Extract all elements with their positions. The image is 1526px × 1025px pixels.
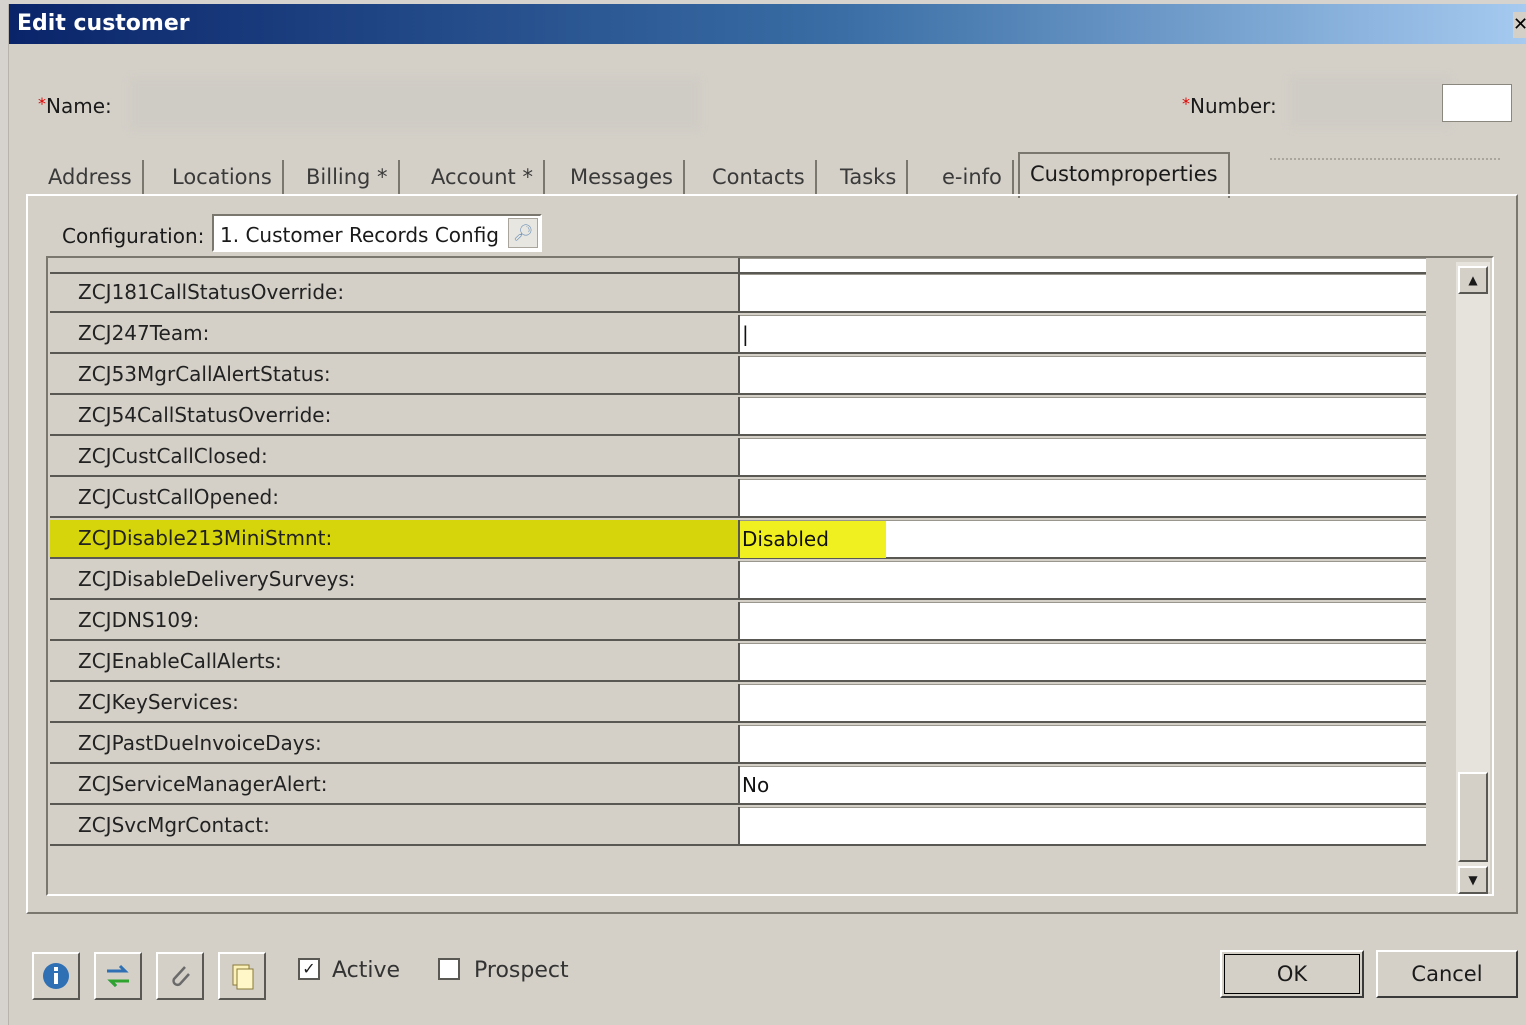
tab-customproperties[interactable]: Customproperties [1018,152,1230,198]
property-value-cell[interactable]: Disabled [740,520,1426,559]
ok-button[interactable]: OK [1220,950,1364,998]
window-title: Edit customer [17,11,190,36]
table-row: ZCJCustCallClosed: [50,438,1426,479]
tab-messages[interactable]: Messages [560,160,685,194]
table-row-highlighted: ZCJDisable213MiniStmnt: Disabled [50,520,1426,561]
tab-address[interactable]: Address [38,160,144,194]
property-value[interactable] [740,643,1426,682]
cancel-button[interactable]: Cancel [1376,950,1518,998]
scroll-down-icon[interactable]: ▼ [1458,866,1488,894]
configuration-value: 1. Customer Records Config [220,223,499,247]
configuration-field[interactable]: 1. Customer Records Config 🔎︎ [212,214,542,252]
number-field[interactable] [1442,84,1512,122]
document-icon[interactable] [218,952,266,1000]
number-field-blurred [1290,76,1450,128]
tab-strip-divider [1270,158,1500,160]
tab-locations[interactable]: Locations [162,160,284,194]
sync-icon[interactable] [94,952,142,1000]
prospect-label: Prospect [474,958,569,983]
title-bar[interactable]: Edit customer ✕ [9,4,1526,44]
table-row: ZCJServiceManagerAlert: No [50,766,1426,807]
close-icon[interactable]: ✕ [1513,12,1526,38]
property-value[interactable] [740,602,1426,641]
property-value[interactable]: | [740,315,1426,354]
vertical-scrollbar[interactable]: ▲ ▼ [1456,262,1490,894]
property-name: ZCJ247Team: [50,315,740,354]
property-name: ZCJKeyServices: [50,684,740,723]
property-value[interactable] [740,274,1426,313]
property-name: ZCJCustCallOpened: [50,479,740,518]
table-row: ZCJ53MgrCallAlertStatus: [50,356,1426,397]
property-value[interactable]: No [740,766,1426,805]
table-row: ZCJDisableDeliverySurveys: [50,561,1426,602]
prospect-checkbox[interactable] [438,958,460,980]
attachment-icon[interactable] [156,952,204,1000]
property-name: ZCJEnableCallAlerts: [50,643,740,682]
table-row: ZCJKeyServices: [50,684,1426,725]
tab-billing[interactable]: Billing * [296,160,400,194]
table-row: ZCJ181CallStatusOverride: [50,274,1426,315]
active-label: Active [332,958,401,983]
property-value[interactable] [740,684,1426,723]
property-name: ZCJ53MgrCallAlertStatus: [50,356,740,395]
property-value[interactable] [740,807,1426,846]
tab-tasks[interactable]: Tasks [830,160,909,194]
magnifier-icon[interactable]: 🔎︎ [508,218,538,248]
active-checkbox[interactable]: ✓ [298,958,320,980]
table-row: ZCJCustCallOpened: [50,479,1426,520]
tab-account[interactable]: Account * [421,160,545,194]
name-label: *Name: [38,94,112,118]
property-name: ZCJPastDueInvoiceDays: [50,725,740,764]
table-row: ZCJ247Team: | [50,315,1426,356]
table-row: ZCJEnableCallAlerts: [50,643,1426,684]
number-label: *Number: [1182,94,1277,118]
property-value[interactable] [740,356,1426,395]
property-name: ZCJServiceManagerAlert: [50,766,740,805]
property-name: ZCJDisableDeliverySurveys: [50,561,740,600]
configuration-label: Configuration: [62,224,205,248]
property-name: ZCJDisable213MiniStmnt: [50,520,740,559]
property-value[interactable] [740,438,1426,477]
property-value[interactable] [740,561,1426,600]
property-value[interactable] [740,479,1426,518]
tab-contacts[interactable]: Contacts [702,160,817,194]
scroll-up-icon[interactable]: ▲ [1458,266,1488,294]
property-name: ZCJSvcMgrContact: [50,807,740,846]
property-value[interactable] [740,397,1426,436]
name-field[interactable] [130,78,700,130]
table-row: ZCJPastDueInvoiceDays: [50,725,1426,766]
info-icon[interactable] [32,952,80,1000]
table-row: ZCJSvcMgrContact: [50,807,1426,848]
tab-einfo[interactable]: e-info [932,160,1014,194]
property-name: ZCJDNS109: [50,602,740,641]
property-value: Disabled [742,527,829,551]
table-row-partial [50,258,1426,274]
property-name: ZCJ181CallStatusOverride: [50,274,740,313]
property-value[interactable] [740,725,1426,764]
table-row: ZCJ54CallStatusOverride: [50,397,1426,438]
table-row: ZCJDNS109: [50,602,1426,643]
property-name: ZCJ54CallStatusOverride: [50,397,740,436]
property-name: ZCJCustCallClosed: [50,438,740,477]
scroll-thumb[interactable] [1458,772,1488,862]
